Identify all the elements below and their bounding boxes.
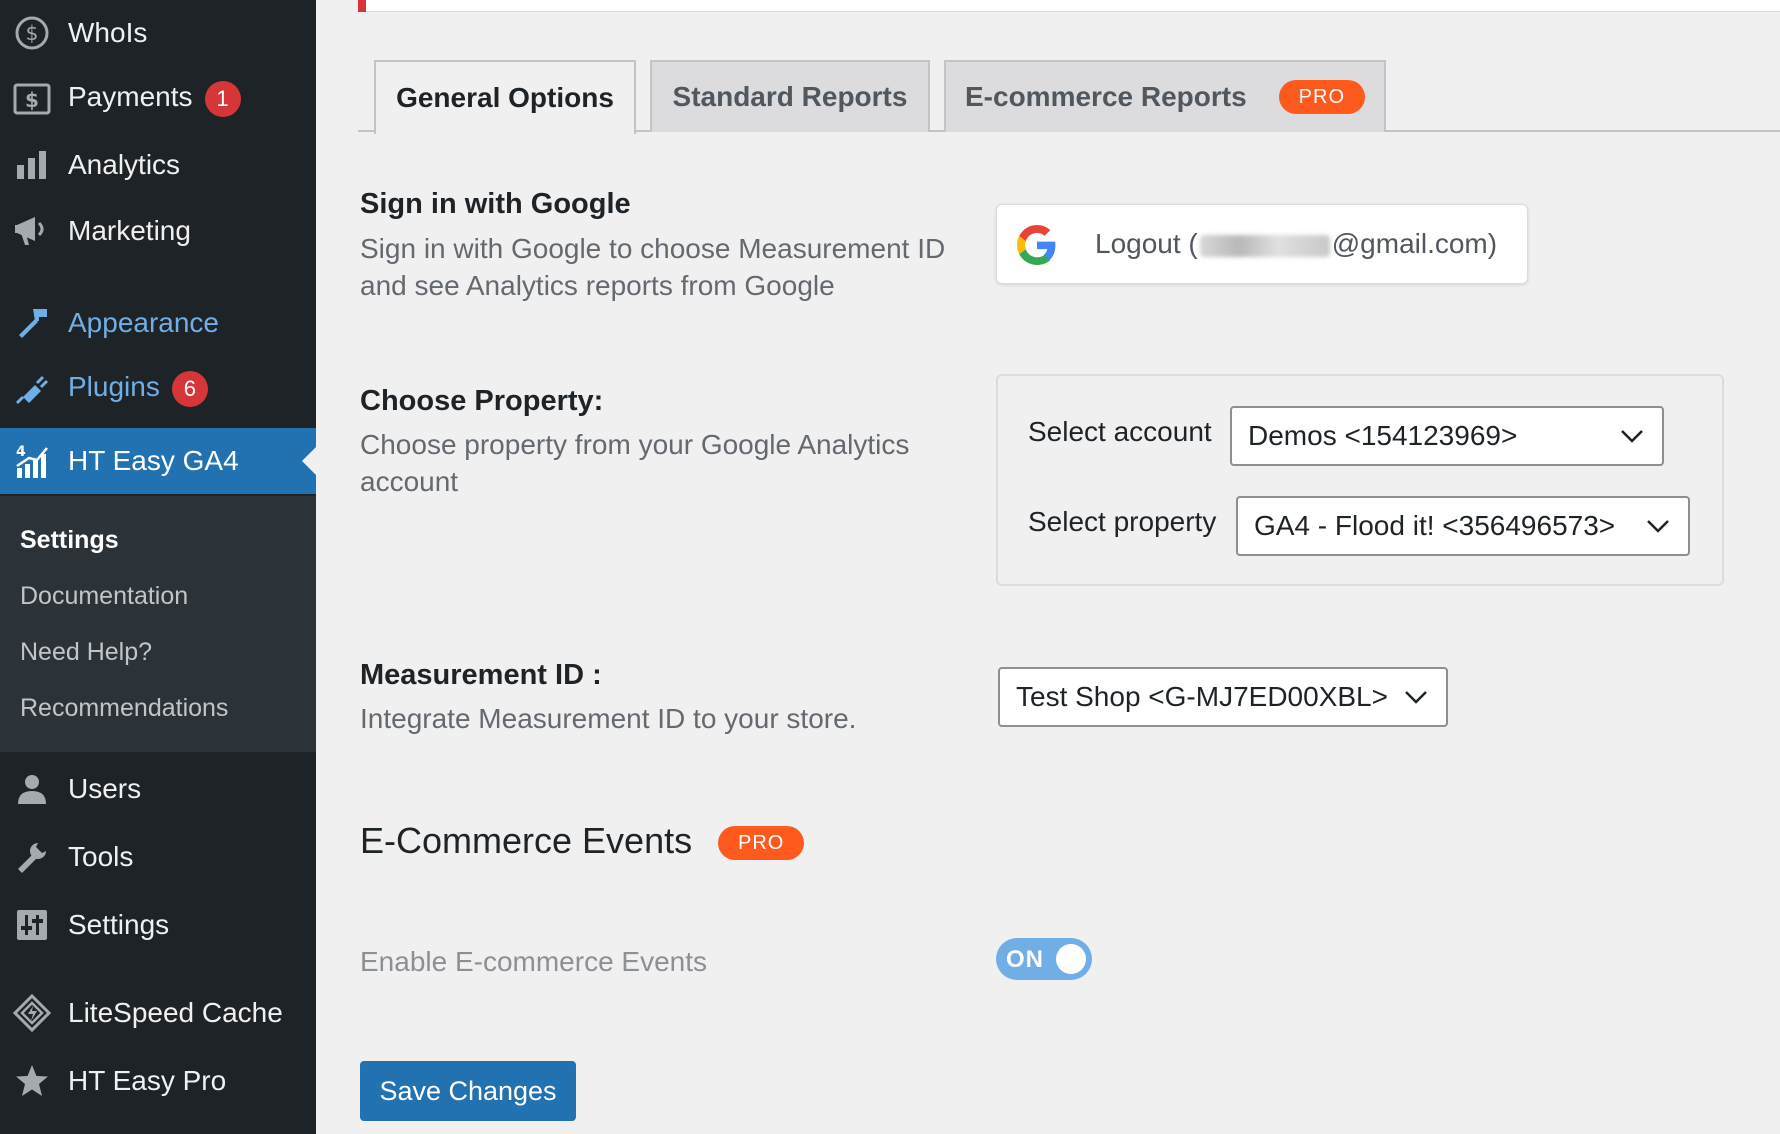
sidebar-item-label: WhoIs — [68, 17, 148, 48]
sidebar-item-label: Appearance — [68, 307, 220, 338]
star-icon — [12, 1061, 52, 1101]
chevron-down-icon — [1647, 520, 1669, 533]
tab-standard-reports[interactable]: Standard Reports — [650, 60, 930, 132]
sidebar-item-ht-easy-pro[interactable]: HT Easy Pro — [0, 1048, 316, 1114]
submenu-documentation[interactable]: Documentation — [20, 582, 188, 611]
sidebar-item-label: Analytics — [68, 149, 181, 180]
sidebar-item-plugins[interactable]: Plugins 6 — [0, 356, 316, 422]
payments-count-badge: 1 — [204, 81, 241, 117]
sidebar-item-tools[interactable]: Tools — [0, 824, 316, 890]
user-icon — [12, 769, 52, 809]
plugins-count-badge: 6 — [171, 371, 208, 407]
tab-general-options[interactable]: General Options — [374, 60, 636, 134]
notice-bar — [358, 0, 1780, 12]
sliders-icon — [12, 905, 52, 945]
toggle-knob — [1056, 944, 1086, 974]
sidebar-item-users[interactable]: Users — [0, 756, 316, 822]
sidebar-item-payments[interactable]: $ Payments 1 — [0, 66, 316, 132]
sidebar-item-label: LiteSpeed Cache — [68, 997, 283, 1028]
tab-label: E-commerce Reports — [965, 81, 1247, 112]
choose-property-title: Choose Property: — [360, 385, 604, 417]
redacted-email — [1199, 234, 1330, 257]
sidebar-item-label: HT Easy GA4 — [68, 445, 239, 476]
chevron-down-icon — [1621, 430, 1643, 443]
svg-text:$: $ — [26, 21, 39, 45]
ga4-chart-icon: 4 — [12, 441, 52, 481]
wrench-icon — [12, 837, 52, 877]
sidebar-item-label: HT Easy Pro — [68, 1065, 227, 1096]
google-g-icon — [1017, 225, 1056, 265]
ecommerce-events-heading: E-Commerce Events — [360, 820, 693, 861]
tab-label: General Options — [396, 82, 614, 113]
sidebar-item-settings[interactable]: Settings — [0, 892, 316, 958]
ecommerce-events-toggle[interactable]: ON — [996, 938, 1092, 980]
sidebar-item-ht-easy-ga4[interactable]: 4 HT Easy GA4 — [0, 428, 316, 494]
sidebar-item-label: Payments — [68, 81, 193, 112]
pro-badge: PRO — [718, 826, 805, 860]
diamond-icon — [12, 993, 52, 1033]
select-account-dropdown[interactable]: Demos <154123969> — [1230, 406, 1664, 466]
sign-in-description: Sign in with Google to choose Measuremen… — [360, 233, 946, 301]
svg-text:4: 4 — [16, 444, 26, 460]
chevron-down-icon — [1405, 691, 1427, 704]
megaphone-icon — [12, 211, 52, 251]
sidebar-item-whois[interactable]: $ WhoIs — [0, 0, 316, 66]
property-selector-box: Select account Demos <154123969> Select … — [996, 374, 1724, 586]
submenu-recommendations[interactable]: Recommendations — [20, 694, 228, 723]
logout-prefix: Logout ( — [1095, 228, 1198, 259]
enable-ecommerce-label: Enable E-commerce Events — [360, 946, 708, 977]
sidebar-item-label: Users — [68, 773, 142, 804]
google-logout-button[interactable]: Logout ( @gmail.com) — [996, 204, 1528, 284]
sidebar-item-label: Settings — [68, 909, 170, 940]
admin-sidebar: $ WhoIs $ Payments 1 Analytics Marketing — [0, 0, 316, 1134]
sidebar-item-litespeed-cache[interactable]: LiteSpeed Cache — [0, 980, 316, 1046]
sidebar-item-label: Tools — [68, 841, 134, 872]
sign-in-title: Sign in with Google — [360, 188, 631, 220]
select-property-label: Select property — [1028, 506, 1217, 537]
plug-icon — [12, 369, 52, 409]
logout-suffix: @gmail.com) — [1331, 228, 1498, 259]
sidebar-item-marketing[interactable]: Marketing — [0, 198, 316, 264]
select-property-dropdown[interactable]: GA4 - Flood it! <356496573> — [1236, 496, 1690, 556]
bar-chart-icon — [12, 145, 52, 185]
svg-text:$: $ — [25, 88, 39, 112]
measurement-id-value: Test Shop <G-MJ7ED00XBL> — [1016, 681, 1388, 712]
save-changes-button[interactable]: Save Changes — [360, 1061, 576, 1121]
sidebar-item-label: Marketing — [68, 215, 191, 246]
measurement-id-dropdown[interactable]: Test Shop <G-MJ7ED00XBL> — [998, 667, 1448, 727]
toggle-state-text: ON — [1006, 946, 1044, 973]
select-account-value: Demos <154123969> — [1248, 420, 1518, 451]
measurement-id-description: Integrate Measurement ID to your store. — [360, 703, 857, 734]
dollar-circle-icon: $ — [12, 13, 52, 53]
submenu-settings[interactable]: Settings — [20, 526, 119, 555]
sidebar-item-appearance[interactable]: Appearance — [0, 290, 316, 356]
select-account-label: Select account — [1028, 416, 1212, 447]
measurement-id-title: Measurement ID : — [360, 659, 602, 691]
choose-property-description: Choose property from your Google Analyti… — [360, 429, 910, 497]
tab-label: Standard Reports — [672, 81, 908, 112]
payments-icon: $ — [12, 79, 52, 119]
tab-ecommerce-reports[interactable]: E-commerce Reports PRO — [944, 60, 1386, 132]
sidebar-item-analytics[interactable]: Analytics — [0, 132, 316, 198]
submenu-need-help[interactable]: Need Help? — [20, 638, 152, 667]
select-property-value: GA4 - Flood it! <356496573> — [1254, 510, 1616, 541]
paintbrush-icon — [12, 303, 52, 343]
sidebar-item-label: Plugins — [68, 371, 160, 402]
pro-badge: PRO — [1278, 80, 1365, 114]
ga4-submenu: Settings Documentation Need Help? Recomm… — [0, 496, 316, 752]
